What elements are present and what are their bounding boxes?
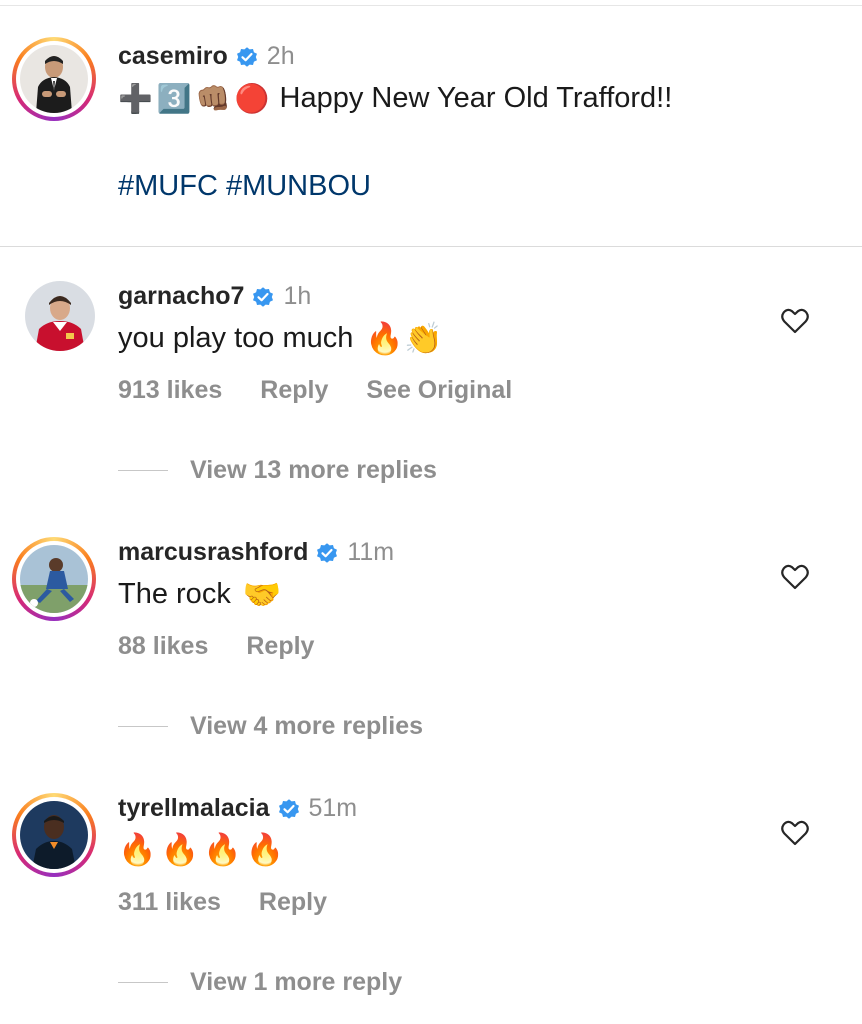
post-author-avatar[interactable] [12,37,96,121]
comment-username[interactable]: garnacho7 [118,282,244,311]
comment-actions: 88 likes Reply [118,632,352,661]
comment-emojis: 🤝 [242,577,282,612]
like-heart-icon[interactable] [781,820,809,846]
post-hashtags[interactable]: #MUFC #MUNBOU [118,170,371,203]
like-heart-icon[interactable] [781,308,809,334]
post-username[interactable]: casemiro [118,42,228,71]
view-replies-label[interactable]: View 13 more replies [190,456,437,485]
comment-time: 1h [283,282,312,310]
comment-avatar[interactable] [12,793,96,877]
caption-emoji-plus: ➕ [118,82,153,114]
comment-username[interactable]: marcusrashford [118,538,308,567]
caption-emoji-three: 3️⃣ [156,82,192,114]
view-replies[interactable]: View 13 more replies [118,456,437,485]
avatar-photo-icon [20,545,88,613]
caption-text: Happy New Year Old Trafford!! [279,82,673,114]
verified-badge-icon [253,286,274,307]
verified-badge-icon [278,798,299,819]
comment-time: 11m [347,538,395,566]
comment-text: 🔥🔥🔥🔥 [118,834,288,865]
view-replies-label[interactable]: View 4 more replies [190,712,423,741]
replies-line [118,726,168,727]
comment-emojis: 🔥🔥🔥🔥 [118,832,289,867]
view-replies[interactable]: View 1 more reply [118,968,402,997]
comment-text-body: The rock [118,578,231,610]
reply-button[interactable]: Reply [260,376,328,405]
comment-header: marcusrashford 11m [118,538,394,567]
like-heart-icon[interactable] [781,564,809,590]
comment-actions: 311 likes Reply [118,888,365,917]
post-time: 2h [266,42,295,70]
view-replies[interactable]: View 4 more replies [118,712,423,741]
post-header: casemiro 2h [118,42,295,71]
comment-avatar[interactable] [12,537,96,621]
caption-emoji-fist: 👊🏽 [195,82,231,114]
post-caption: ➕ 3️⃣ 👊🏽 🔴 Happy New Year Old Trafford!! [118,82,672,115]
replies-line [118,982,168,983]
comment-header: garnacho7 1h [118,282,311,311]
verified-badge-icon [317,542,338,563]
top-divider [0,5,862,6]
comment-avatar[interactable] [25,281,95,351]
likes-count[interactable]: 913 likes [118,376,222,405]
comment-header: tyrellmalacia 51m [118,794,357,823]
reply-button[interactable]: Reply [246,632,314,661]
replies-line [118,470,168,471]
comment-text: you play too much 🔥👏 [118,322,443,355]
caption-emoji-red-circle: 🔴 [234,82,270,114]
comment-username[interactable]: tyrellmalacia [118,794,270,823]
reply-button[interactable]: Reply [259,888,327,917]
avatar-photo-icon [20,801,88,869]
likes-count[interactable]: 311 likes [118,888,221,917]
comment-time: 51m [308,794,358,822]
comment-emojis: 🔥👏 [365,321,443,356]
comment-text: The rock 🤝 [118,578,281,611]
see-original-button[interactable]: See Original [366,376,512,405]
view-replies-label[interactable]: View 1 more reply [190,968,402,997]
comment-actions: 913 likes Reply See Original [118,376,550,405]
avatar-photo-icon [20,45,88,113]
verified-badge-icon [236,46,257,67]
likes-count[interactable]: 88 likes [118,632,208,661]
caption-divider [0,246,862,247]
comment-text-body: you play too much [118,322,354,354]
avatar-photo-icon [25,281,95,351]
